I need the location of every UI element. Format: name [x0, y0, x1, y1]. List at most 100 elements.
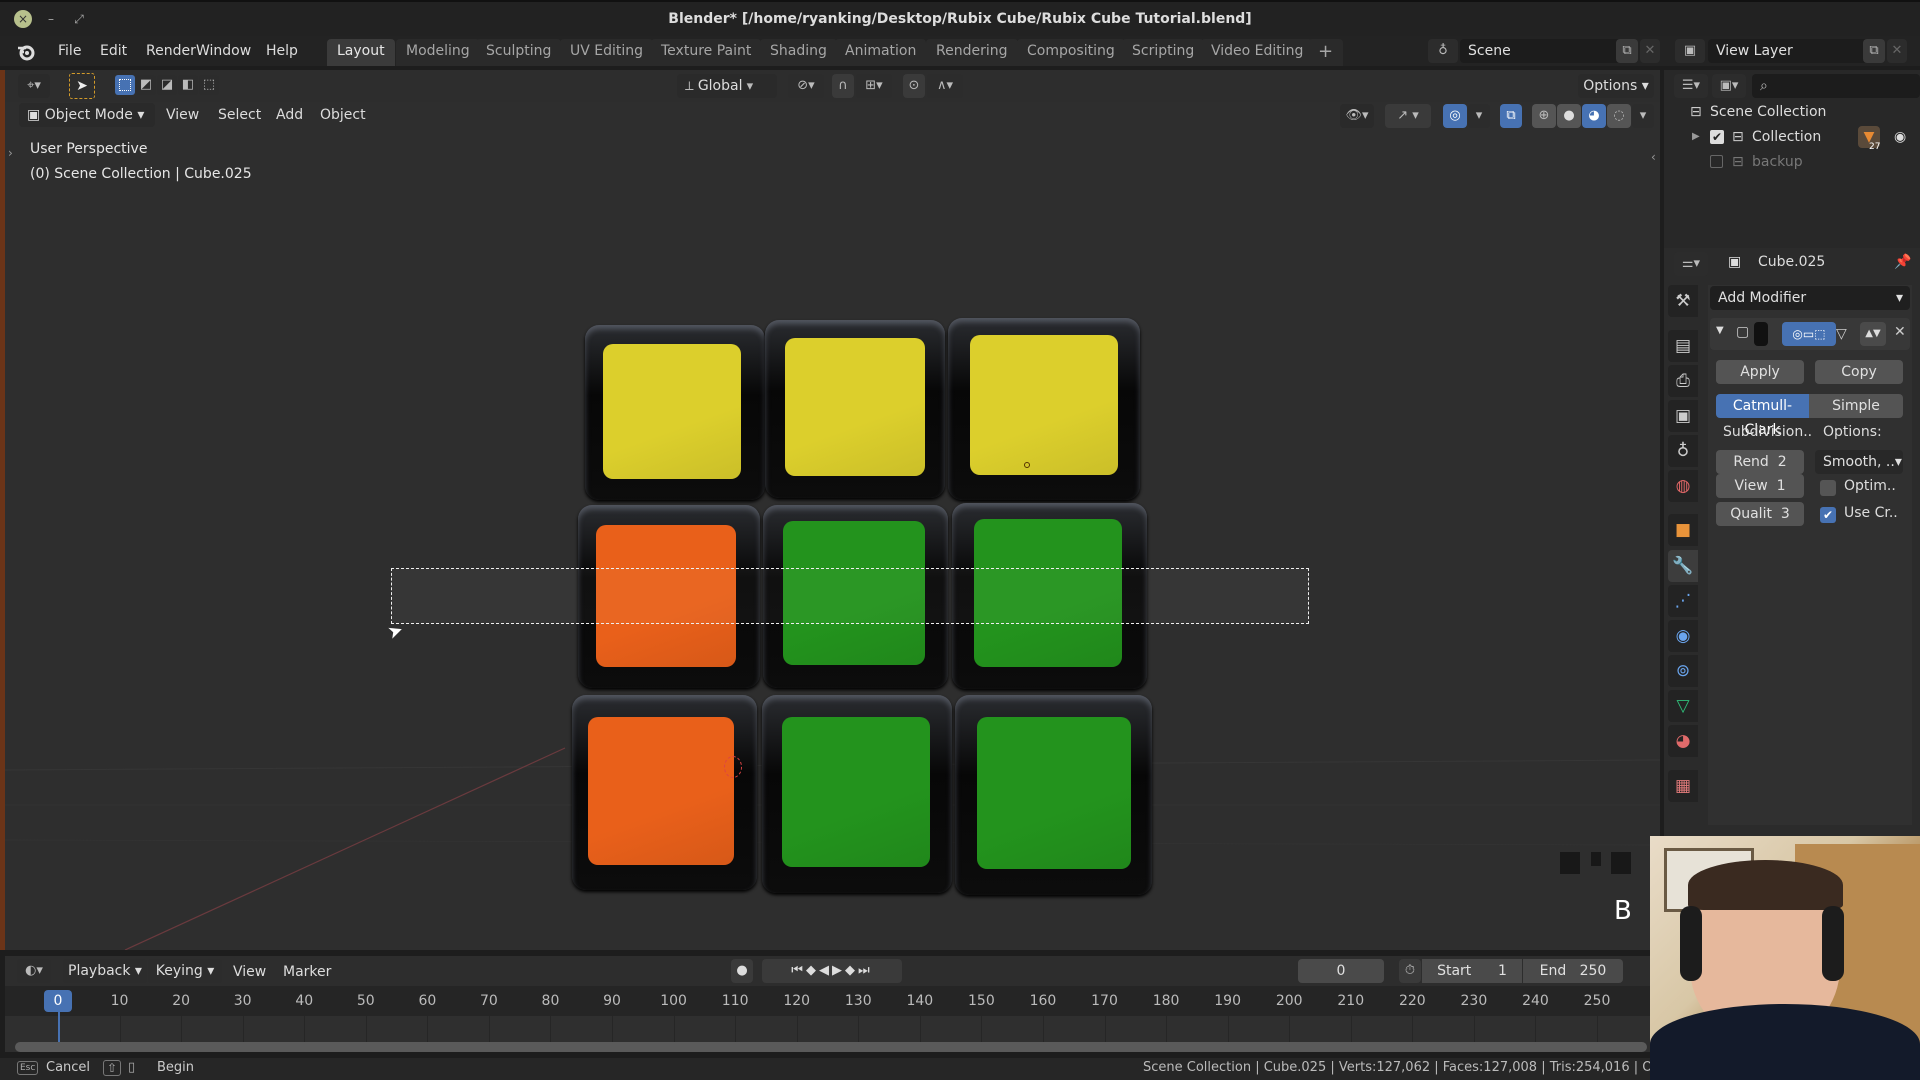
tab-material[interactable]: ◕ — [1668, 725, 1698, 757]
shading-material-button[interactable]: ◕ — [1582, 104, 1606, 128]
transform-orientation-dropdown[interactable]: ⟂ Global ▾ — [677, 74, 777, 98]
outliner-row-scene-collection[interactable]: ⊟ Scene Collection — [1664, 100, 1920, 124]
view-layer-selector-button[interactable]: ▣ — [1675, 39, 1705, 63]
tab-render[interactable]: ▤ — [1668, 330, 1698, 362]
viewport-menu-view[interactable]: View — [166, 103, 199, 127]
display-mode-dropdown[interactable]: ▣▾ — [1712, 74, 1746, 98]
tab-layout[interactable]: Layout — [327, 39, 395, 66]
select-tool-button[interactable]: ➤ — [69, 73, 95, 99]
tab-output[interactable]: ⎙ — [1668, 365, 1698, 397]
keying-menu[interactable]: Keying ▾ — [148, 959, 222, 983]
sidebar-expand-icon[interactable]: ‹ — [1651, 150, 1656, 164]
tab-animation[interactable]: Animation — [835, 39, 927, 66]
current-frame-field[interactable]: 0 — [1298, 959, 1384, 983]
tab-world[interactable]: ◍ — [1668, 470, 1698, 502]
3d-cursor-icon[interactable] — [724, 756, 742, 778]
tab-compositing[interactable]: Compositing — [1017, 39, 1125, 66]
proportional-falloff-dropdown[interactable]: ∧▾ — [927, 74, 963, 98]
playback-menu[interactable]: Playback ▾ — [63, 959, 147, 983]
new-view-layer-button[interactable]: ⧉ — [1863, 39, 1885, 63]
play-reverse-icon[interactable]: ◀ — [819, 963, 832, 978]
tab-scene[interactable]: ♁ — [1668, 435, 1698, 467]
collapse-arrow-icon[interactable]: ▼ — [1716, 325, 1724, 336]
tab-uv-editing[interactable]: UV Editing — [560, 39, 654, 66]
outliner-row-backup[interactable]: ⊟ backup — [1664, 150, 1920, 174]
copy-button[interactable]: Copy — [1815, 360, 1903, 384]
select-mode-extend-button[interactable]: ◩ — [136, 75, 156, 95]
tab-physics[interactable]: ◉ — [1668, 620, 1698, 652]
next-keyframe-icon[interactable]: ◆ — [845, 963, 858, 978]
new-scene-button[interactable]: ⧉ — [1616, 39, 1638, 63]
backup-checkbox[interactable] — [1710, 155, 1723, 168]
render-levels-field[interactable]: Rend 2 — [1716, 450, 1804, 474]
select-mode-new-button[interactable] — [115, 75, 135, 95]
tab-tool[interactable]: ⚒ — [1668, 285, 1698, 317]
viewport-menu-object[interactable]: Object — [320, 103, 366, 127]
tab-view-layer[interactable]: ▣ — [1668, 400, 1698, 432]
viewport-levels-field[interactable]: View 1 — [1716, 474, 1804, 498]
tab-modifiers[interactable]: 🔧 — [1668, 550, 1698, 582]
editor-type-button[interactable]: ⌖▾ — [18, 74, 50, 98]
outliner-row-collection[interactable]: ▶ ✔ ⊟ Collection ▼ 27 ◉ — [1664, 125, 1920, 152]
preview-range-toggle[interactable]: ⏱ — [1399, 959, 1421, 983]
delete-view-layer-button[interactable]: ✕ — [1887, 39, 1907, 63]
select-mode-invert-button[interactable]: ◧ — [178, 75, 198, 95]
start-frame-field[interactable]: Start 1 — [1422, 959, 1522, 983]
overlays-toggle[interactable]: ◎ — [1443, 104, 1467, 128]
modifier-name-field[interactable] — [1754, 322, 1768, 346]
toolbar-expand-icon[interactable]: › — [8, 146, 13, 160]
timeline-scrollbar[interactable] — [15, 1042, 1647, 1052]
end-frame-field[interactable]: End 250 — [1523, 959, 1623, 983]
shading-solid-button[interactable]: ● — [1557, 104, 1581, 128]
overlays-dropdown[interactable]: ▾ — [1468, 104, 1490, 128]
collection-checkbox[interactable]: ✔ — [1710, 130, 1724, 144]
outliner-search-input[interactable]: ⌕ — [1752, 74, 1920, 98]
tab-scripting[interactable]: Scripting — [1122, 39, 1205, 66]
view-layer-name-field[interactable]: View Layer — [1708, 39, 1873, 63]
object-mode-dropdown[interactable]: ▣ Object Mode ▾ — [19, 103, 155, 127]
menu-window[interactable]: Window — [188, 40, 259, 62]
tab-particles[interactable]: ⋰ — [1668, 585, 1698, 617]
scene-selector-button[interactable]: ♁ — [1428, 39, 1458, 63]
eye-icon[interactable]: ◉ — [1894, 125, 1906, 149]
pivot-point-dropdown[interactable]: ⊘▾ — [788, 74, 824, 98]
tab-sculpting[interactable]: Sculpting — [476, 39, 562, 66]
tab-constraints[interactable]: ⊚ — [1668, 655, 1698, 687]
tab-object[interactable]: ■ — [1668, 514, 1698, 546]
add-workspace-button[interactable]: + — [1308, 39, 1344, 66]
quality-field[interactable]: Qualit 3 — [1716, 502, 1804, 526]
select-mode-intersect-button[interactable]: ⬚ — [199, 75, 219, 95]
outliner-editor-type-button[interactable]: ☰▾ — [1674, 74, 1708, 98]
viewport-menu-add[interactable]: Add — [276, 103, 303, 127]
pin-icon[interactable]: 📌 — [1894, 254, 1911, 270]
add-modifier-dropdown[interactable]: Add Modifier ▾ — [1710, 286, 1910, 310]
jump-end-icon[interactable]: ⏭ — [858, 963, 873, 978]
move-up-down-icon[interactable]: ▲▼ — [1860, 322, 1886, 346]
menu-file[interactable]: File — [50, 40, 89, 62]
tab-shading[interactable]: Shading — [760, 39, 837, 66]
blender-logo-icon[interactable] — [16, 42, 36, 62]
tab-video-editing[interactable]: Video Editing — [1201, 39, 1314, 66]
gizmo-toggle[interactable]: ↗ ▾ — [1385, 104, 1431, 128]
shading-rendered-button[interactable]: ◌ — [1607, 104, 1631, 128]
tab-texture[interactable]: ▦ — [1668, 770, 1698, 802]
play-icon[interactable]: ▶ — [832, 963, 845, 978]
proportional-editing-toggle[interactable]: ⊙ — [903, 74, 925, 98]
simple-button[interactable]: Simple — [1809, 394, 1903, 418]
scene-name-field[interactable]: Scene — [1460, 39, 1625, 63]
menu-help[interactable]: Help — [258, 40, 306, 62]
options-dropdown[interactable]: Options ▾ — [1578, 74, 1654, 98]
object-visibility-dropdown[interactable]: 👁▾ — [1340, 104, 1374, 128]
properties-editor-type-button[interactable]: ⚌▾ — [1674, 252, 1708, 276]
apply-button[interactable]: Apply — [1716, 360, 1804, 384]
catmull-clark-button[interactable]: Catmull-Clark — [1716, 394, 1809, 438]
prev-keyframe-icon[interactable]: ◆ — [806, 963, 819, 978]
timeline-menu-marker[interactable]: Marker — [283, 960, 331, 984]
delete-scene-button[interactable]: ✕ — [1640, 39, 1660, 63]
snap-toggle[interactable]: ∩ — [832, 74, 854, 98]
xray-toggle[interactable]: ⧉ — [1500, 104, 1522, 128]
uv-smooth-dropdown[interactable]: Smooth, ..▾ — [1815, 450, 1903, 474]
tab-rendering[interactable]: Rendering — [926, 39, 1018, 66]
playback-controls[interactable]: ⏮◆◀▶◆⏭ — [762, 959, 902, 983]
jump-start-icon[interactable]: ⏮ — [791, 963, 806, 978]
